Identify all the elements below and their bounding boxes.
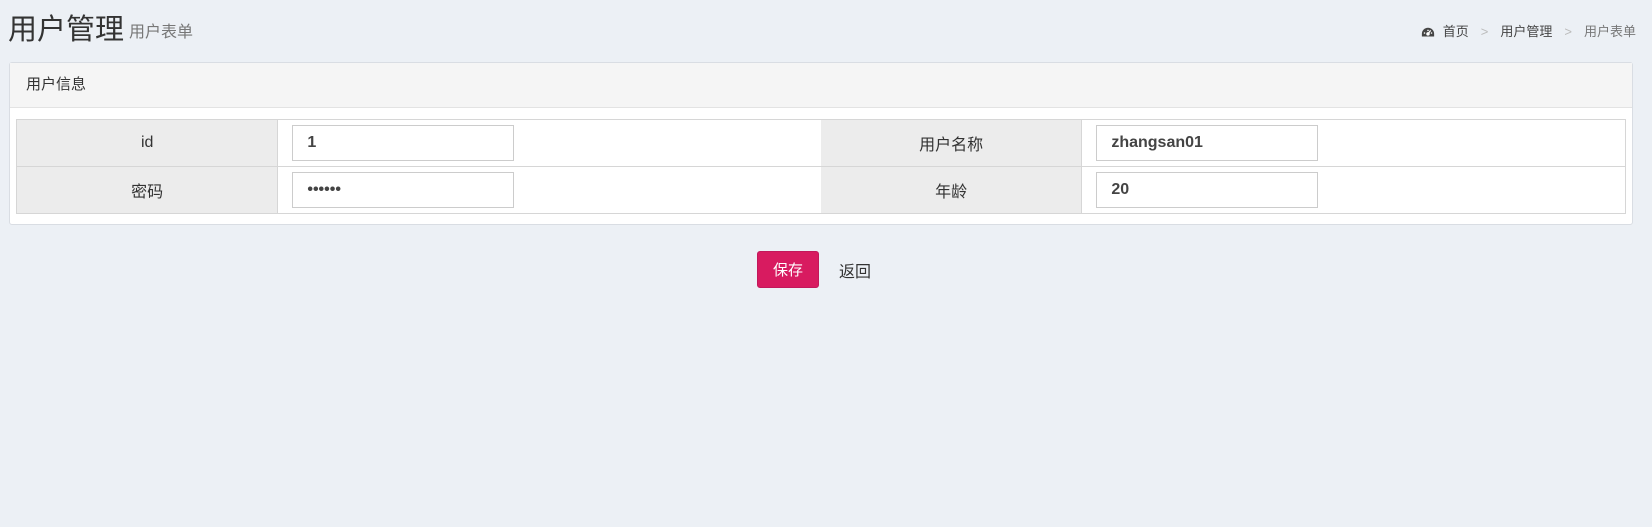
password-input[interactable] <box>292 172 515 208</box>
breadcrumb-item-user-management[interactable]: 用户管理 <box>1500 22 1552 42</box>
age-cell <box>1081 166 1626 214</box>
form-actions: 保存 返回 <box>757 251 871 288</box>
username-label: 用户名称 <box>820 119 1083 167</box>
breadcrumb-item-home[interactable]: 首页 <box>1443 22 1469 42</box>
user-form-table: id 用户名称 密码 年龄 <box>16 119 1626 214</box>
breadcrumb-separator: > <box>1480 24 1489 39</box>
breadcrumb: 首页 > 用户管理 > 用户表单 <box>1421 22 1636 42</box>
save-button[interactable]: 保存 <box>757 251 819 288</box>
back-link[interactable]: 返回 <box>839 258 871 282</box>
username-input[interactable] <box>1096 125 1319 161</box>
page-subtitle: 用户表单 <box>129 24 194 41</box>
table-row: id 用户名称 <box>16 119 1626 167</box>
id-cell <box>277 119 821 167</box>
password-cell <box>277 166 821 214</box>
page-header: 用户管理 用户表单 首页 > 用户管理 > 用户表单 <box>0 0 1652 60</box>
username-cell <box>1081 119 1626 167</box>
page-title: 用户管理 <box>8 14 125 46</box>
age-label: 年龄 <box>820 166 1083 214</box>
dashboard-icon <box>1421 22 1443 42</box>
id-label: id <box>16 119 279 167</box>
breadcrumb-separator: > <box>1564 24 1572 39</box>
id-input[interactable] <box>292 125 515 161</box>
user-info-box: 用户信息 id 用户名称 密码 年龄 <box>9 62 1633 225</box>
password-label: 密码 <box>16 166 279 214</box>
table-row: 密码 年龄 <box>16 166 1626 214</box>
breadcrumb-item-user-form: 用户表单 <box>1583 24 1636 39</box>
box-title: 用户信息 <box>10 63 1632 108</box>
age-input[interactable] <box>1096 172 1319 208</box>
